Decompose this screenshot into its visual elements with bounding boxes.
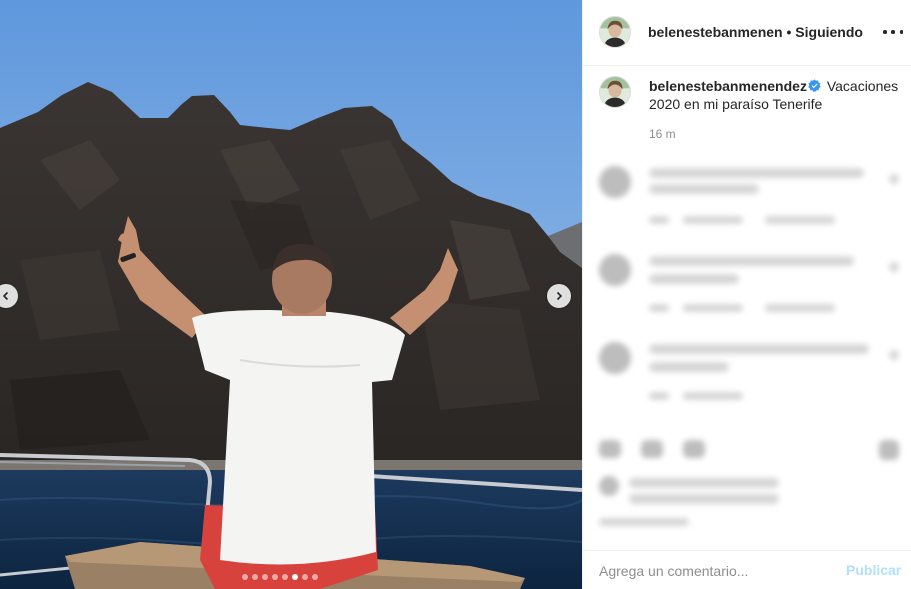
chevron-left-icon bbox=[2, 291, 9, 301]
carousel-dot bbox=[312, 574, 318, 580]
caption-username[interactable]: belenestebanmenendez bbox=[649, 78, 807, 94]
header-username-line: belenestebanmenen • Siguiendo bbox=[648, 24, 863, 40]
post-header: belenestebanmenen • Siguiendo bbox=[583, 0, 911, 66]
carousel-next-button[interactable] bbox=[547, 284, 571, 308]
more-options-icon[interactable] bbox=[883, 24, 903, 40]
profile-picture-image bbox=[600, 77, 630, 107]
carousel-dot bbox=[272, 574, 278, 580]
post-caption: belenestebanmenendez Vacaciones 2020 en … bbox=[649, 77, 907, 113]
carousel-dot bbox=[302, 574, 308, 580]
post-photo[interactable] bbox=[0, 0, 582, 589]
carousel-dot bbox=[292, 574, 298, 580]
carousel-dot bbox=[262, 574, 268, 580]
comment-bar: Publicar bbox=[583, 550, 911, 589]
post-sidebar: belenestebanmenen • Siguiendo belenesteb… bbox=[582, 0, 911, 589]
comment-input[interactable] bbox=[599, 560, 839, 582]
header-username[interactable]: belenestebanmenen bbox=[648, 24, 783, 40]
profile-picture-image bbox=[600, 17, 630, 47]
chevron-right-icon bbox=[556, 291, 563, 301]
header-separator: • bbox=[786, 24, 792, 40]
post-time[interactable]: 16 m bbox=[649, 127, 676, 141]
vacation-photo-image bbox=[0, 0, 582, 589]
avatar[interactable] bbox=[599, 76, 631, 108]
carousel-dot bbox=[252, 574, 258, 580]
avatar[interactable] bbox=[599, 16, 631, 48]
verified-badge-icon bbox=[808, 79, 821, 92]
carousel-dot bbox=[282, 574, 288, 580]
comments-list-blurred bbox=[583, 150, 911, 550]
following-button[interactable]: Siguiendo bbox=[795, 24, 863, 40]
carousel-dot bbox=[242, 574, 248, 580]
publish-button[interactable]: Publicar bbox=[846, 562, 901, 578]
carousel-indicator bbox=[242, 574, 318, 580]
